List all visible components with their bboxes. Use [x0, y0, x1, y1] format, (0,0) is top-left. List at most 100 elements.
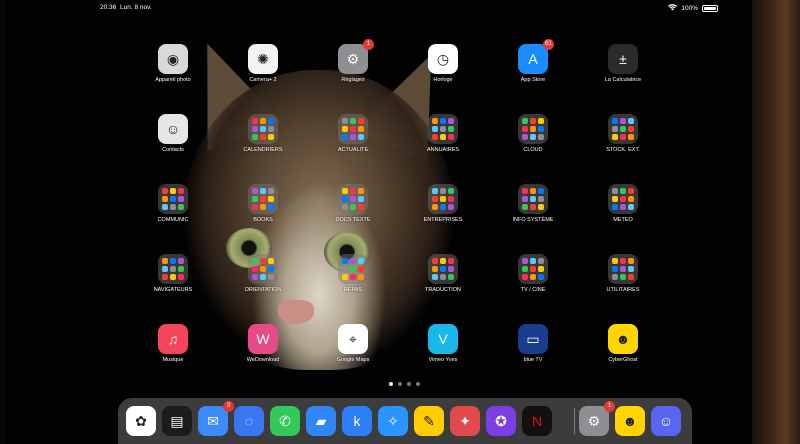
folder-navigateurs[interactable]: NAVIGATEURS	[133, 254, 213, 293]
folder-mini-app-icon	[268, 258, 274, 264]
folder-actualite[interactable]: ACTUALITE	[313, 114, 393, 153]
keynote-icon[interactable]: k	[342, 406, 372, 436]
folder-mini-app-icon	[342, 204, 348, 210]
page-dot[interactable]	[398, 382, 402, 386]
folder-calendriers[interactable]: CALENDRIERS	[223, 114, 303, 153]
folder-mini-app-icon	[432, 274, 438, 280]
folder-mini-app-icon	[440, 274, 446, 280]
app-label: INFO SYSTÈME	[512, 217, 554, 223]
contacts-icon: ☺	[158, 114, 188, 144]
app-vimeo-yves[interactable]: V Vimeo Yves	[403, 324, 483, 363]
folder-mini-app-icon	[628, 134, 634, 140]
app-la-calculatrice[interactable]: ± La Calculatrice	[583, 44, 663, 83]
folder-mini-app-icon	[522, 258, 528, 264]
folder-cloud[interactable]: CLOUD	[493, 114, 573, 153]
app-cyberghost[interactable]: ☻ CyberGhost	[583, 324, 663, 363]
page-indicator[interactable]	[389, 382, 420, 386]
page-dot[interactable]	[389, 382, 393, 386]
mail-icon[interactable]: ✉ 3	[198, 401, 234, 436]
folder-mini-app-icon	[612, 196, 618, 202]
signal-icon[interactable]: ◌	[234, 406, 264, 436]
app-label: Vimeo Yves	[428, 357, 458, 363]
app-label: Horloge	[433, 77, 453, 83]
folder-icon	[428, 184, 458, 214]
folder-repas[interactable]: REPAS	[313, 254, 393, 293]
folder-mini-app-icon	[612, 188, 618, 194]
folder-mini-app-icon	[170, 266, 176, 272]
folder-mini-app-icon	[440, 196, 446, 202]
page-dot[interactable]	[416, 382, 420, 386]
netflix-icon[interactable]: N	[522, 406, 552, 436]
folder-mini-app-icon	[448, 258, 454, 264]
folder-mini-app-icon	[628, 258, 634, 264]
wifi-icon	[668, 4, 678, 13]
folder-orientation[interactable]: ORIENTATION	[223, 254, 303, 293]
app-label: BOOKS	[253, 217, 273, 223]
app-appareil-photo[interactable]: ◉ Appareil photo	[133, 44, 213, 83]
folder-icon	[158, 184, 188, 214]
folder-mini-app-icon	[522, 196, 528, 202]
folder-docs-texte[interactable]: DOCS TEXTE	[313, 184, 393, 223]
app-contacts[interactable]: ☺ Contacts	[133, 114, 213, 153]
folder-info-systeme[interactable]: INFO SYSTÈME	[493, 184, 573, 223]
folder-mini-app-icon	[440, 258, 446, 264]
cyberghost-dock-icon[interactable]: ☻	[615, 406, 645, 436]
folder-mini-app-icon	[522, 274, 528, 280]
pinterest-icon[interactable]: ✦	[450, 406, 480, 436]
folder-mini-app-icon	[260, 118, 266, 124]
discord-icon[interactable]: ☺	[651, 406, 681, 436]
photos-icon[interactable]: ✿	[126, 406, 156, 436]
folder-mini-app-icon	[178, 274, 184, 280]
games-icon[interactable]: ✪	[486, 406, 516, 436]
folder-mini-app-icon	[170, 188, 176, 194]
folder-mini-app-icon	[620, 204, 626, 210]
wallet-icon[interactable]: ▤	[162, 406, 192, 436]
ghost-icon: ☻	[608, 324, 638, 354]
folder-mini-app-icon	[170, 258, 176, 264]
folder-mini-app-icon	[448, 274, 454, 280]
folder-meteo[interactable]: METEO	[583, 184, 663, 223]
settings-icon[interactable]: ⚙ 1	[579, 401, 615, 436]
folder-mini-app-icon	[530, 118, 536, 124]
messages-icon[interactable]: ✆	[270, 406, 300, 436]
folder-mini-app-icon	[440, 118, 446, 124]
app-camera-2[interactable]: ✺ Camera+ 2	[223, 44, 303, 83]
folder-mini-app-icon	[178, 188, 184, 194]
folder-utilitaires[interactable]: UTILITAIRES	[583, 254, 663, 293]
folder-mini-app-icon	[252, 118, 258, 124]
folder-mini-app-icon	[178, 196, 184, 202]
folder-mini-app-icon	[268, 118, 274, 124]
folder-mini-app-icon	[628, 274, 634, 280]
app-blue-tv[interactable]: ▭ blue TV	[493, 324, 573, 363]
folder-mini-app-icon	[448, 126, 454, 132]
folder-mini-app-icon	[612, 266, 618, 272]
folder-mini-app-icon	[538, 204, 544, 210]
folder-icon	[338, 184, 368, 214]
folder-mini-app-icon	[162, 188, 168, 194]
folder-mini-app-icon	[252, 204, 258, 210]
folder-traduction[interactable]: TRADUCTION	[403, 254, 483, 293]
folder-icon	[248, 184, 278, 214]
folder-annuaires[interactable]: ANNUAIRES	[403, 114, 483, 153]
app-app-store[interactable]: A 61 App Store	[493, 39, 573, 83]
app-google-maps[interactable]: ⌖ Google Maps	[313, 324, 393, 363]
goodnotes-icon[interactable]: ✎	[414, 406, 444, 436]
page-dot[interactable]	[407, 382, 411, 386]
folder-tv-cine[interactable]: TV / CINE	[493, 254, 573, 293]
folder-communic[interactable]: COMMUNIC	[133, 184, 213, 223]
folder-books[interactable]: BOOKS	[223, 184, 303, 223]
app-wedownload[interactable]: W WeDownload	[223, 324, 303, 363]
app-reglages[interactable]: ⚙ 1 Réglages	[313, 39, 393, 83]
folder-mini-app-icon	[522, 204, 528, 210]
safari-icon[interactable]: ✧	[378, 406, 408, 436]
folder-stock-ext[interactable]: STOCK. EXT.	[583, 114, 663, 153]
app-label: ENTREPRISES	[423, 217, 463, 223]
folder-entreprises[interactable]: ENTREPRISES	[403, 184, 483, 223]
files-icon[interactable]: ▰	[306, 406, 336, 436]
folder-mini-app-icon	[350, 266, 356, 272]
app-label: Camera+ 2	[249, 77, 277, 83]
app-horloge[interactable]: ◷ Horloge	[403, 44, 483, 83]
folder-mini-app-icon	[522, 134, 528, 140]
folder-mini-app-icon	[350, 134, 356, 140]
app-musique[interactable]: ♫ Musique	[133, 324, 213, 363]
